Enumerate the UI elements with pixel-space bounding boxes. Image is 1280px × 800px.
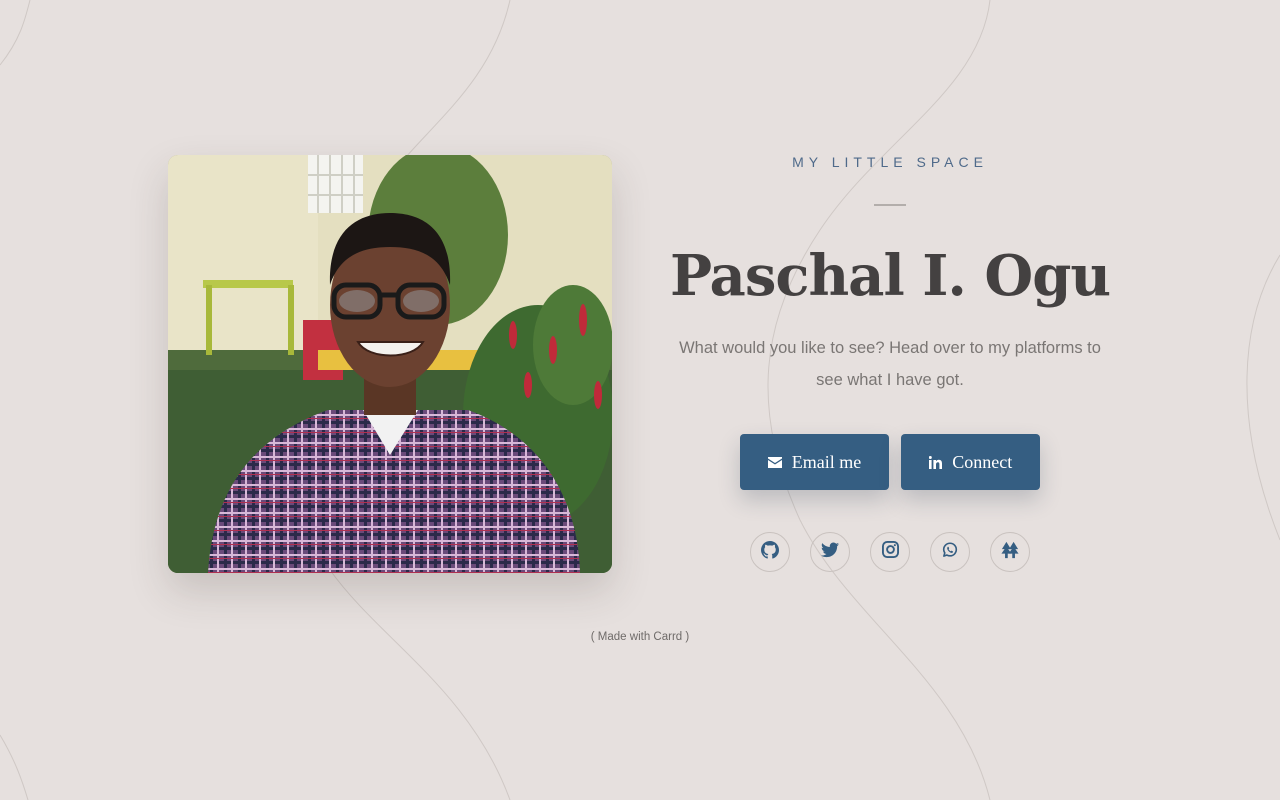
- instagram-link[interactable]: [870, 532, 910, 572]
- connect-label: Connect: [952, 451, 1013, 472]
- profile-photo: [168, 155, 612, 573]
- tagline: What would you like to see? Head over to…: [679, 339, 1101, 389]
- whatsapp-link[interactable]: [930, 532, 970, 572]
- social-links: [660, 532, 1120, 572]
- email-me-label: Email me: [791, 451, 862, 472]
- page-title: Paschal I. Ogu: [669, 243, 1111, 309]
- linktree-link[interactable]: [990, 532, 1030, 572]
- whatsapp-icon: [941, 541, 959, 564]
- connect-button[interactable]: Connect: [901, 434, 1041, 490]
- linkedin-icon: [929, 455, 943, 469]
- heading-divider: [874, 204, 906, 206]
- twitter-link[interactable]: [810, 532, 850, 572]
- github-link[interactable]: [750, 532, 790, 572]
- linktree-icon: [1001, 541, 1019, 564]
- hero-content: MY LITTLE SPACE Paschal I. Ogu What woul…: [660, 150, 1120, 572]
- envelope-icon: [767, 456, 782, 468]
- site-eyebrow: MY LITTLE SPACE: [792, 154, 988, 170]
- made-with-carrd-footer[interactable]: ( Made with Carrd ): [0, 631, 1280, 643]
- twitter-icon: [821, 542, 839, 563]
- github-icon: [761, 540, 779, 564]
- action-buttons: Email me Connect: [660, 434, 1120, 490]
- instagram-icon: [881, 541, 899, 563]
- email-me-button[interactable]: Email me: [739, 434, 890, 490]
